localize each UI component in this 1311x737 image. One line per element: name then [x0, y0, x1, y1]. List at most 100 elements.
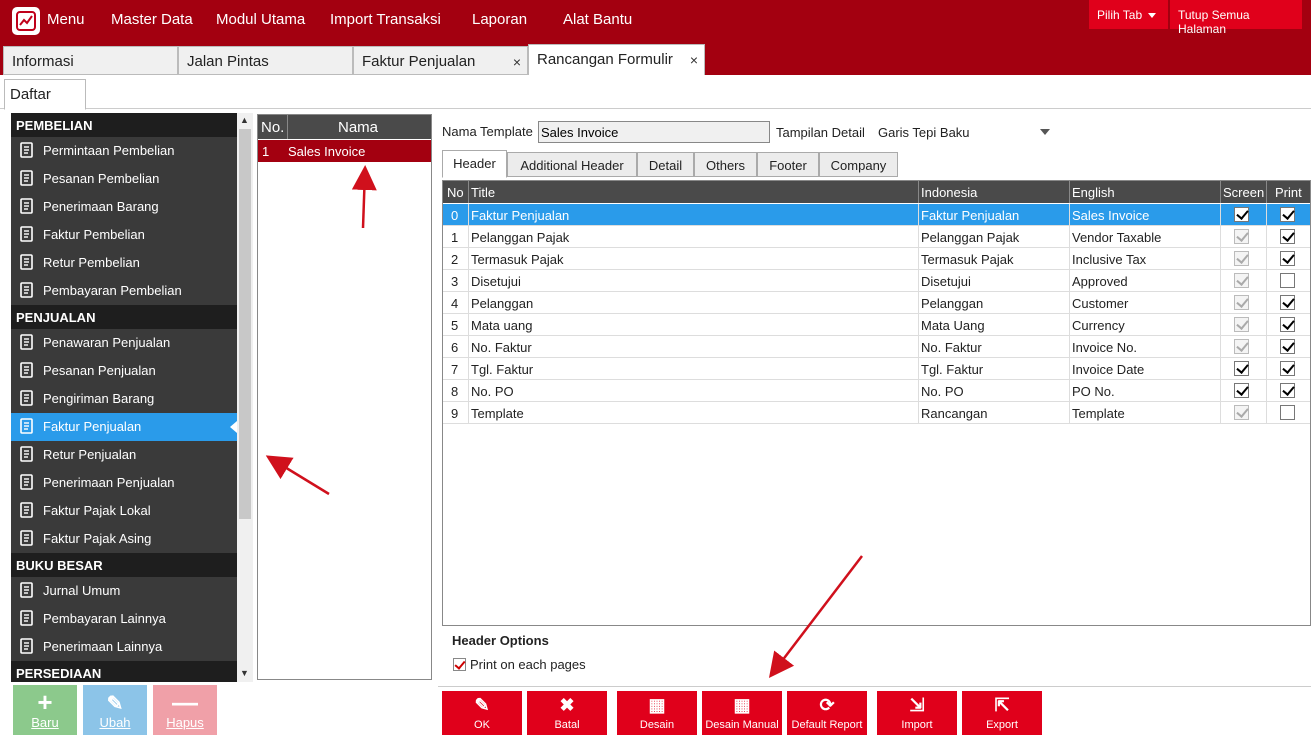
cell-separator [918, 292, 919, 314]
print-checkbox[interactable] [1280, 361, 1295, 376]
close-icon[interactable]: × [690, 52, 698, 68]
sidebar-item-pengiriman-barang[interactable]: Pengiriman Barang [11, 385, 237, 413]
menu-button[interactable]: Menu [47, 11, 85, 28]
menu-laporan[interactable]: Laporan [472, 11, 527, 28]
sidebar: PEMBELIAN Permintaan Pembelian Pesanan Pem… [11, 113, 237, 682]
subtab-daftar[interactable]: Daftar [4, 79, 86, 110]
print-checkbox[interactable] [1280, 295, 1295, 310]
table-row[interactable]: 5 Mata uang Mata Uang Currency [443, 314, 1310, 336]
scrollbar-thumb[interactable] [239, 129, 251, 519]
cell-english: Sales Invoice [1072, 208, 1150, 223]
tampilan-detail-select[interactable]: Garis Tepi Baku [874, 120, 1054, 144]
cell-indonesia: Pelanggan Pajak [921, 230, 1020, 245]
menu-master-data[interactable]: Master Data [111, 11, 193, 28]
sidebar-item-pembayaran-pembelian[interactable]: Pembayaran Pembelian [11, 277, 237, 305]
baru-button[interactable]: + Baru [13, 685, 77, 735]
export-button[interactable]: ⇱ Export [962, 691, 1042, 735]
cell-separator [468, 402, 469, 424]
sidebar-item-retur-pembelian[interactable]: Retur Pembelian [11, 249, 237, 277]
tab-faktur-penjualan[interactable]: Faktur Penjualan × [353, 46, 528, 75]
screen-checkbox[interactable] [1234, 251, 1249, 266]
print-checkbox[interactable] [1280, 339, 1295, 354]
table-row[interactable]: 9 Template Rancangan Template [443, 402, 1310, 424]
desain-button[interactable]: ▦ Desain [617, 691, 697, 735]
template-row-no: 1 [262, 144, 270, 159]
batal-button[interactable]: ✖ Batal [527, 691, 607, 735]
table-row[interactable]: 4 Pelanggan Pelanggan Customer [443, 292, 1310, 314]
table-row[interactable]: 0 Faktur Penjualan Faktur Penjualan Sales I… [443, 204, 1310, 226]
screen-checkbox[interactable] [1234, 405, 1249, 420]
app-logo-icon[interactable] [12, 7, 40, 35]
sidebar-item-penerimaan-penjualan[interactable]: Penerimaan Penjualan [11, 469, 237, 497]
table-row[interactable]: 2 Termasuk Pajak Termasuk Pajak Inclusive T… [443, 248, 1310, 270]
order-icon [18, 170, 36, 187]
sidebar-item-penerimaan-barang[interactable]: Penerimaan Barang [11, 193, 237, 221]
sidebar-item-faktur-pajak-lokal[interactable]: Faktur Pajak Lokal [11, 497, 237, 525]
tab-header[interactable]: Header [442, 150, 507, 178]
table-row[interactable]: 6 No. Faktur No. Faktur Invoice No. [443, 336, 1310, 358]
table-row[interactable]: 8 No. PO No. PO PO No. [443, 380, 1310, 402]
sidebar-item-penerimaan-lainnya[interactable]: Penerimaan Lainnya [11, 633, 237, 661]
tutup-semua-button[interactable]: Tutup Semua Halaman [1170, 0, 1302, 36]
sidebar-item-retur-penjualan[interactable]: Retur Penjualan [11, 441, 237, 469]
desain-manual-button[interactable]: ▦ Desain Manual [702, 691, 782, 735]
menu-modul-utama[interactable]: Modul Utama [216, 11, 305, 28]
cell-separator [1069, 402, 1070, 424]
screen-checkbox[interactable] [1234, 229, 1249, 244]
hapus-button[interactable]: — Hapus [153, 685, 217, 735]
sidebar-item-label: Retur Pembelian [43, 255, 140, 270]
sidebar-scrollbar[interactable]: ▲ ▼ [237, 113, 253, 682]
ok-button[interactable]: ✎ OK [442, 691, 522, 735]
print-checkbox[interactable] [1280, 207, 1295, 222]
screen-checkbox[interactable] [1234, 295, 1249, 310]
tab-footer[interactable]: Footer [757, 152, 819, 177]
sidebar-item-pesanan-pembelian[interactable]: Pesanan Pembelian [11, 165, 237, 193]
tab-informasi[interactable]: Informasi [3, 46, 178, 75]
tab-additional-header[interactable]: Additional Header [507, 152, 637, 177]
tab-rancangan-formulir[interactable]: Rancangan Formulir × [528, 44, 705, 75]
sidebar-item-penawaran-penjualan[interactable]: Penawaran Penjualan [11, 329, 237, 357]
print-checkbox[interactable] [1280, 405, 1295, 420]
col-separator [1069, 181, 1070, 203]
print-each-page-checkbox[interactable] [453, 658, 466, 671]
screen-checkbox[interactable] [1234, 207, 1249, 222]
screen-checkbox[interactable] [1234, 317, 1249, 332]
table-row[interactable]: 1 Pelanggan Pajak Pelanggan Pajak Vendor Ta… [443, 226, 1310, 248]
menu-import-transaksi[interactable]: Import Transaksi [330, 11, 441, 28]
close-icon[interactable]: × [513, 54, 521, 70]
nama-template-input[interactable] [538, 121, 770, 143]
tab-others[interactable]: Others [694, 152, 757, 177]
scroll-down-icon[interactable]: ▼ [240, 668, 249, 678]
sidebar-item-faktur-penjualan[interactable]: Faktur Penjualan [11, 413, 237, 441]
sidebar-item-pesanan-penjualan[interactable]: Pesanan Penjualan [11, 357, 237, 385]
screen-checkbox[interactable] [1234, 383, 1249, 398]
cell-indonesia: No. Faktur [921, 340, 982, 355]
print-checkbox[interactable] [1280, 273, 1295, 288]
template-row[interactable]: 1 Sales Invoice [258, 140, 431, 162]
cell-english: Currency [1072, 318, 1125, 333]
cell-english: Approved [1072, 274, 1128, 289]
import-button[interactable]: ⇲ Import [877, 691, 957, 735]
table-row[interactable]: 3 Disetujui Disetujui Approved [443, 270, 1310, 292]
screen-checkbox[interactable] [1234, 361, 1249, 376]
tab-detail[interactable]: Detail [637, 152, 694, 177]
print-checkbox[interactable] [1280, 229, 1295, 244]
sidebar-item-jurnal-umum[interactable]: Jurnal Umum [11, 577, 237, 605]
table-row[interactable]: 7 Tgl. Faktur Tgl. Faktur Invoice Date [443, 358, 1310, 380]
default-report-button[interactable]: ⟳ Default Report [787, 691, 867, 735]
ubah-button[interactable]: ✎ Ubah [83, 685, 147, 735]
screen-checkbox[interactable] [1234, 273, 1249, 288]
sidebar-item-pembayaran-lainnya[interactable]: Pembayaran Lainnya [11, 605, 237, 633]
scroll-up-icon[interactable]: ▲ [240, 115, 249, 125]
tab-company[interactable]: Company [819, 152, 898, 177]
screen-checkbox[interactable] [1234, 339, 1249, 354]
print-checkbox[interactable] [1280, 251, 1295, 266]
sidebar-item-faktur-pajak-asing[interactable]: Faktur Pajak Asing [11, 525, 237, 553]
print-checkbox[interactable] [1280, 383, 1295, 398]
menu-alat-bantu[interactable]: Alat Bantu [563, 11, 632, 28]
sidebar-item-faktur-pembelian[interactable]: Faktur Pembelian [11, 221, 237, 249]
print-checkbox[interactable] [1280, 317, 1295, 332]
sidebar-item-permintaan-pembelian[interactable]: Permintaan Pembelian [11, 137, 237, 165]
pilih-tab-button[interactable]: Pilih Tab [1089, 0, 1168, 29]
tab-jalan-pintas[interactable]: Jalan Pintas [178, 46, 353, 75]
